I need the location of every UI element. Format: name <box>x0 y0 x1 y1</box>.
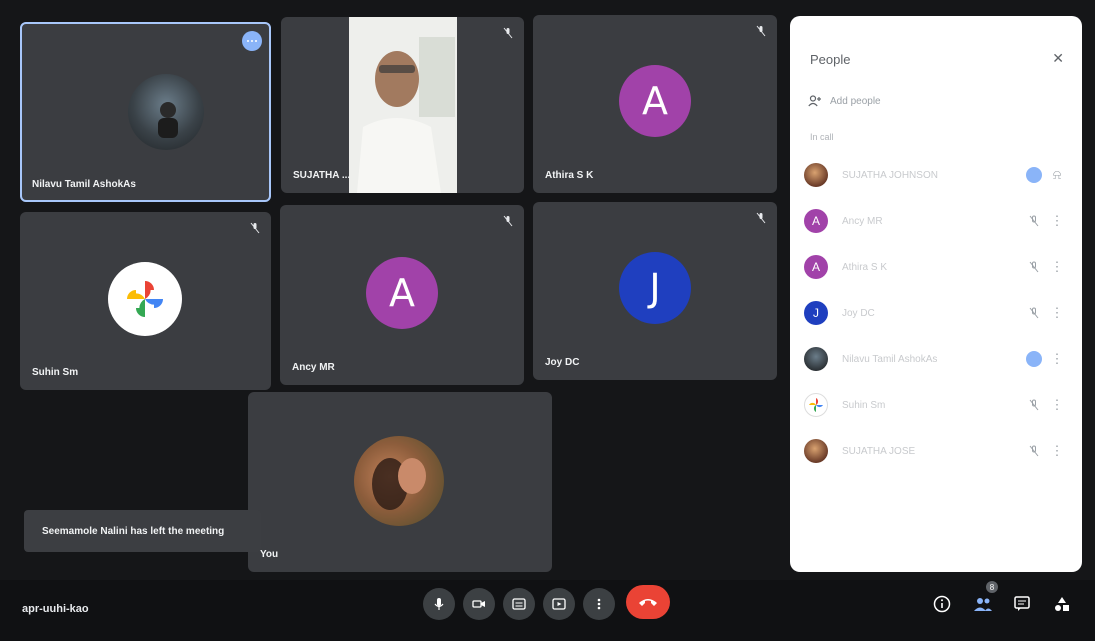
participant-video <box>349 17 457 193</box>
microphone-button[interactable] <box>423 588 455 620</box>
pinwheel-logo-icon <box>127 281 163 317</box>
add-people-button[interactable]: Add people <box>808 95 881 107</box>
mic-off-icon <box>1024 307 1044 319</box>
meeting-stage: Nilavu Tamil AshokAs SUJATHA ... A Athir… <box>0 0 1095 641</box>
avatar <box>804 347 828 371</box>
participant-avatar <box>128 74 204 150</box>
participant-tile[interactable]: A Athira S K <box>533 15 777 193</box>
mic-off-icon <box>503 215 513 227</box>
more-options-icon[interactable]: ⋮ <box>1044 397 1070 413</box>
present-screen-button[interactable] <box>543 588 575 620</box>
avatar: A <box>804 209 828 233</box>
avatar: J <box>804 301 828 325</box>
list-item[interactable]: A Ancy MR ⋮ <box>804 198 1070 244</box>
leave-call-button[interactable] <box>626 585 670 619</box>
more-options-icon[interactable]: ⋮ <box>1044 351 1070 367</box>
mic-off-icon <box>1024 261 1044 273</box>
mic-off-icon <box>1024 445 1044 457</box>
activities-button[interactable] <box>1050 592 1074 616</box>
close-icon[interactable]: ✕ <box>1052 50 1064 67</box>
info-icon <box>933 595 951 613</box>
self-tile[interactable]: You <box>248 392 552 572</box>
more-options-icon[interactable]: ⋮ <box>1044 213 1070 229</box>
list-item[interactable]: SUJATHA JOHNSON ⍾ <box>804 152 1070 198</box>
meeting-code: apr-uuhi-kao <box>22 603 89 615</box>
mic-off-icon <box>1024 399 1044 411</box>
participant-name: Ancy MR <box>842 215 883 227</box>
camera-button[interactable] <box>463 588 495 620</box>
microphone-icon <box>434 598 444 610</box>
self-avatar <box>354 436 444 526</box>
more-vert-icon <box>597 598 601 610</box>
chat-icon <box>1014 596 1030 611</box>
avatar <box>804 393 828 417</box>
pin-icon[interactable]: ⍾ <box>1044 167 1070 183</box>
mic-off-icon <box>1024 215 1044 227</box>
participant-name: Suhin Sm <box>32 367 79 378</box>
list-item[interactable]: J Joy DC ⋮ <box>804 290 1070 336</box>
participant-name: Athira S K <box>545 170 594 181</box>
participant-tile[interactable]: A Ancy MR <box>280 205 524 385</box>
mic-off-icon <box>503 27 513 39</box>
captions-button[interactable] <box>503 588 535 620</box>
add-people-label: Add people <box>830 95 881 107</box>
add-person-icon <box>808 95 821 107</box>
list-item[interactable]: Nilavu Tamil AshokAs ⋮ <box>804 336 1070 382</box>
participant-name: You <box>260 549 279 560</box>
meeting-details-button[interactable] <box>930 592 954 616</box>
activities-shapes-icon <box>1055 597 1069 611</box>
participant-name: SUJATHA ... <box>293 170 351 181</box>
present-screen-icon <box>552 598 566 610</box>
avatar <box>804 439 828 463</box>
participant-name: Nilavu Tamil AshokAs <box>32 179 136 190</box>
participant-avatar <box>108 262 182 336</box>
participant-name: SUJATHA JOSE <box>842 445 916 457</box>
participant-avatar: J <box>619 252 691 324</box>
participant-name: Joy DC <box>545 357 580 368</box>
speaking-indicator-icon <box>1026 167 1042 183</box>
avatar: A <box>804 255 828 279</box>
participant-avatar: A <box>619 65 691 137</box>
list-item[interactable]: A Athira S K ⋮ <box>804 244 1070 290</box>
in-call-heading: In call <box>810 132 834 142</box>
people-panel: People ✕ Add people In call SUJATHA JOHN… <box>790 16 1082 572</box>
chat-button[interactable] <box>1010 592 1034 616</box>
camera-icon <box>472 600 485 608</box>
participant-tile[interactable]: SUJATHA ... <box>281 17 524 193</box>
participant-avatar: A <box>366 257 438 329</box>
mic-off-icon <box>250 222 260 234</box>
bottom-toolbar: apr-uuhi-kao 8 <box>0 580 1095 641</box>
participant-list: SUJATHA JOHNSON ⍾ A Ancy MR ⋮ A Athira S… <box>804 152 1070 474</box>
mic-off-icon <box>756 212 766 224</box>
participant-name: Ancy MR <box>292 362 335 373</box>
avatar <box>804 163 828 187</box>
participant-name: Nilavu Tamil AshokAs <box>842 353 938 365</box>
panel-title: People <box>810 52 851 67</box>
participant-name: Suhin Sm <box>842 399 886 411</box>
participant-name: Athira S K <box>842 261 888 273</box>
more-options-icon[interactable]: ⋮ <box>1044 443 1070 459</box>
people-button[interactable] <box>971 592 995 616</box>
left-meeting-toast: Seemamole Nalini has left the meeting <box>24 510 261 552</box>
participant-name: SUJATHA JOHNSON <box>842 169 938 181</box>
participant-tile[interactable]: Suhin Sm <box>20 212 271 390</box>
participant-name: Joy DC <box>842 307 875 319</box>
hang-up-icon <box>639 599 657 606</box>
captions-icon <box>512 598 526 610</box>
speaking-indicator-icon <box>1026 351 1042 367</box>
people-icon <box>974 598 992 611</box>
mic-off-icon <box>756 25 766 37</box>
list-item[interactable]: SUJATHA JOSE ⋮ <box>804 428 1070 474</box>
more-options-icon[interactable]: ⋮ <box>1044 305 1070 321</box>
participant-tile[interactable]: Nilavu Tamil AshokAs <box>20 22 271 202</box>
list-item[interactable]: Suhin Sm ⋮ <box>804 382 1070 428</box>
more-options-icon[interactable]: ⋮ <box>1044 259 1070 275</box>
speaking-indicator-icon <box>242 31 262 51</box>
pinwheel-logo-icon <box>809 398 823 412</box>
participant-count-badge: 8 <box>986 581 998 593</box>
participant-tile[interactable]: J Joy DC <box>533 202 777 380</box>
more-options-button[interactable] <box>583 588 615 620</box>
